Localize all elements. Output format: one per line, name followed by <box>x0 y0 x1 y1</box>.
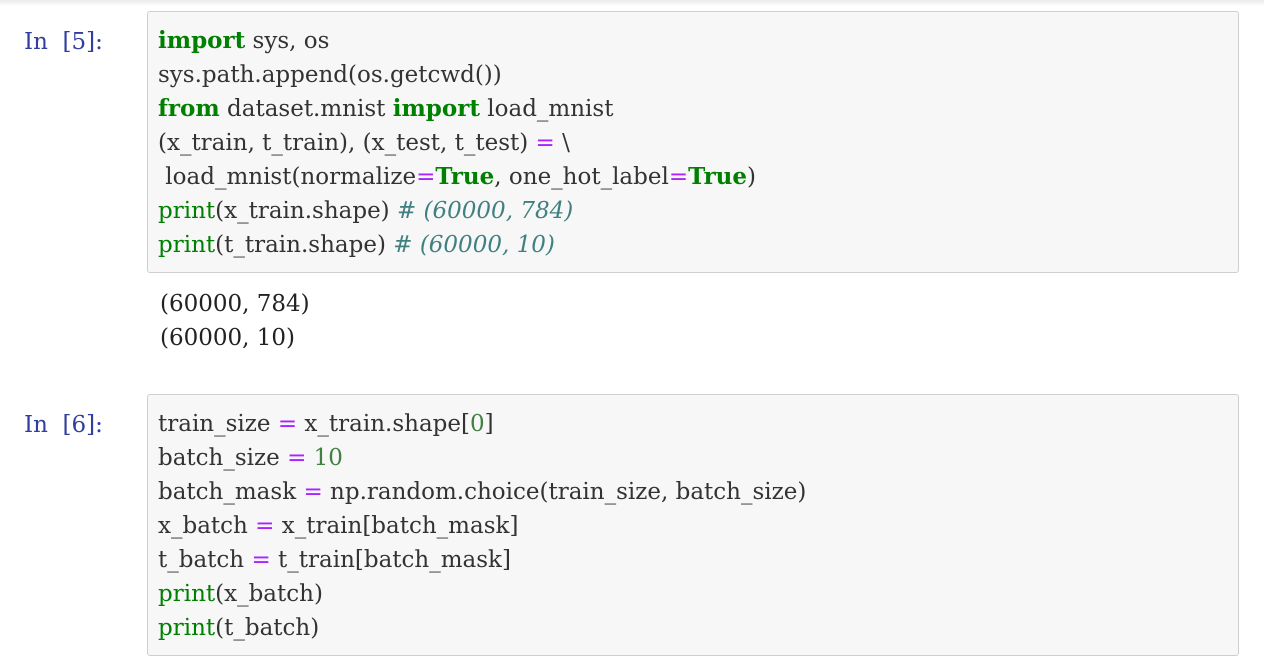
code-line: batch_size = 10 <box>158 441 1238 475</box>
output-line: (60000, 784) <box>160 291 310 317</box>
code-text: train_size <box>158 411 278 437</box>
builtin: print <box>158 198 216 224</box>
code-text: batch_mask <box>158 479 304 505</box>
code-line: sys.path.append(os.getcwd()) <box>158 58 1238 92</box>
code-line: load_mnist(normalize=True, one_hot_label… <box>158 160 1238 194</box>
code-line: print(x_batch) <box>158 577 1238 611</box>
code-line: print(t_batch) <box>158 611 1238 645</box>
code-cell-6[interactable]: train_size = x_train.shape[0] batch_size… <box>147 394 1239 656</box>
code-line: train_size = x_train.shape[0] <box>158 407 1238 441</box>
code-line: import sys, os <box>158 24 1238 58</box>
comment: # (60000, 784) <box>396 198 574 224</box>
number-literal: 0 <box>469 411 485 437</box>
output-line: (60000, 10) <box>160 325 296 351</box>
comment: # (60000, 10) <box>393 232 555 258</box>
code-text: (t_train.shape) <box>215 232 394 258</box>
operator: = <box>277 411 298 437</box>
operator: = <box>303 479 323 505</box>
code-text: np.random.choice(train_size, batch_size) <box>322 479 807 505</box>
code-text: x_train.shape[ <box>297 411 470 437</box>
code-line: from dataset.mnist import load_mnist <box>158 92 1238 126</box>
code-text: t_train[batch_mask] <box>270 547 511 573</box>
code-text: x_train[batch_mask] <box>274 513 519 539</box>
code-text: batch_size <box>158 445 288 471</box>
cell-prompt-6: In [6]: <box>24 412 103 438</box>
code-text: x_batch <box>158 513 256 539</box>
keyword: import <box>392 95 480 122</box>
code-line: t_batch = t_train[batch_mask] <box>158 543 1238 577</box>
code-text: (x_train, t_train), (x_test, t_test) <box>158 130 536 156</box>
code-line: batch_mask = np.random.choice(train_size… <box>158 475 1238 509</box>
code-text: , one_hot_label <box>494 164 669 190</box>
code-text: load_mnist(normalize <box>158 164 417 190</box>
code-line: x_batch = x_train[batch_mask] <box>158 509 1238 543</box>
builtin: print <box>158 615 216 641</box>
keyword: import <box>158 27 246 54</box>
code-line: print(x_train.shape) # (60000, 784) <box>158 194 1238 228</box>
code-text: \ <box>554 130 570 156</box>
code-text: t_batch <box>158 547 252 573</box>
code-line: print(t_train.shape) # (60000, 10) <box>158 228 1238 262</box>
code-cell-5[interactable]: import sys, os sys.path.append(os.getcwd… <box>147 11 1239 273</box>
number-literal: 10 <box>313 445 343 471</box>
code-line: (x_train, t_train), (x_test, t_test) = \ <box>158 126 1238 160</box>
operator: = <box>668 164 689 190</box>
code-text: sys.path.append(os.getcwd()) <box>158 62 502 88</box>
code-text: (x_batch) <box>215 581 323 607</box>
code-text: ) <box>747 164 757 190</box>
code-text: (t_batch) <box>215 615 320 641</box>
operator: = <box>535 130 555 156</box>
notebook-top-shadow <box>0 0 1264 6</box>
code-text: sys, os <box>245 28 330 54</box>
cell-prompt-5: In [5]: <box>24 29 103 55</box>
operator: = <box>255 513 275 539</box>
cell-output-5: (60000, 784) (60000, 10) <box>160 287 310 355</box>
code-text: dataset.mnist <box>219 96 393 122</box>
builtin: print <box>158 232 216 258</box>
builtin: print <box>158 581 216 607</box>
code-text: (x_train.shape) <box>215 198 397 224</box>
keyword: True <box>688 163 748 190</box>
operator: = <box>416 164 436 190</box>
code-text: load_mnist <box>479 96 614 122</box>
code-text: ] <box>484 411 494 437</box>
keyword: True <box>435 163 495 190</box>
keyword: from <box>158 95 220 122</box>
operator: = <box>251 547 271 573</box>
operator: = <box>287 445 307 471</box>
